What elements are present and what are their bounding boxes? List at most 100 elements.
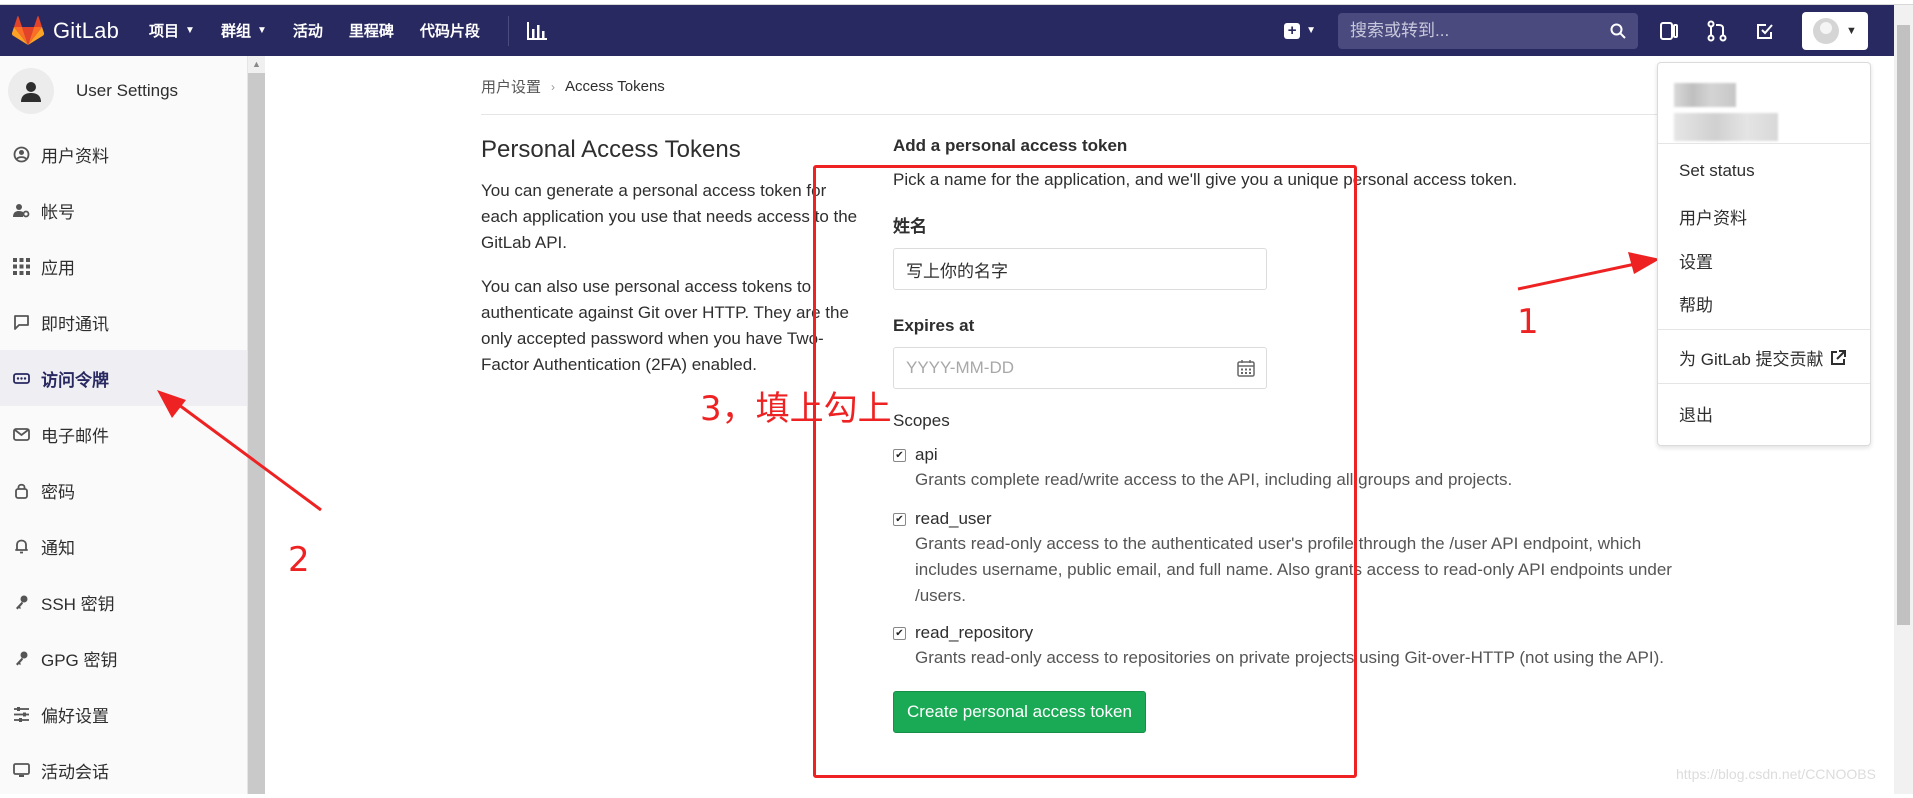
sidebar-item-label: 用户资料: [41, 146, 109, 166]
dropdown-divider: [1658, 383, 1870, 384]
nav-groups-label: 群组: [220, 23, 251, 40]
sidebar-item-label: 即时通讯: [41, 314, 109, 334]
user-dropdown-menu: Set status 用户资料 设置 帮助 为 GitLab 提交贡献 退出: [1657, 62, 1871, 446]
sidebar-item-label: SSH 密钥: [41, 594, 115, 614]
nav-right: + ▼ ▼: [1284, 5, 1894, 56]
issues-icon[interactable]: [1658, 20, 1680, 42]
sidebar-item-access-tokens[interactable]: 访问令牌: [0, 350, 247, 406]
sidebar-item-label: 应用: [41, 258, 75, 278]
nav-snippets[interactable]: 代码片段: [420, 20, 480, 41]
annotation-box: [813, 165, 1357, 778]
sidebar-item-applications[interactable]: 应用: [0, 238, 247, 294]
nav-projects[interactable]: 项目 ▼: [149, 20, 195, 41]
sidebar-item-label: 活动会话: [41, 762, 109, 782]
nav-groups[interactable]: 群组 ▼: [221, 20, 267, 41]
menu-item-profile[interactable]: 用户资料: [1679, 204, 1747, 229]
sidebar-title: User Settings: [76, 81, 179, 100]
profile-icon: [13, 146, 30, 162]
gitlab-logo-icon: [12, 15, 44, 45]
todo-icon[interactable]: [1754, 20, 1776, 42]
intro-paragraph-1: You can generate a personal access token…: [481, 181, 858, 252]
plus-icon: +: [1284, 22, 1301, 39]
key-icon: [16, 651, 28, 665]
menu-item-set-status[interactable]: Set status: [1679, 161, 1755, 181]
menu-item-contribute-label: 为 GitLab 提交贡献: [1679, 350, 1824, 369]
page-scrollbar[interactable]: [1894, 5, 1913, 794]
annotation-step-1: 1: [1517, 302, 1539, 342]
settings-sidebar: User Settings 用户资料 帐号 应用 即时通讯 访问令牌 电子邮件 …: [0, 56, 248, 794]
gitlab-home-link[interactable]: GitLab: [12, 15, 120, 46]
chat-icon: [14, 314, 29, 330]
external-link-icon: [1830, 349, 1846, 365]
intro-paragraph-2: You can also use personal access tokens …: [481, 277, 849, 374]
new-item-button[interactable]: + ▼: [1284, 22, 1316, 39]
page-title: Personal Access Tokens: [481, 136, 741, 163]
dropdown-divider: [1658, 143, 1870, 144]
annotation-step-3: 3，填上勾上: [700, 389, 892, 429]
blurred-username: [1674, 83, 1736, 107]
applications-icon: [13, 257, 30, 275]
blurred-handle: [1674, 113, 1778, 141]
user-menu-button[interactable]: ▼: [1802, 11, 1868, 50]
form-heading: Add a personal access token: [893, 136, 1128, 155]
bell-icon: [15, 539, 28, 553]
brand-name: GitLab: [53, 17, 120, 43]
sidebar-item-gpg-keys[interactable]: GPG 密钥: [0, 630, 247, 686]
token-icon: [13, 372, 30, 384]
avatar: [1813, 17, 1840, 44]
menu-item-help[interactable]: 帮助: [1679, 291, 1713, 316]
menu-item-contribute[interactable]: 为 GitLab 提交贡献: [1679, 345, 1846, 370]
chevron-right-icon: ›: [551, 79, 556, 94]
menu-item-sign-out[interactable]: 退出: [1679, 401, 1713, 426]
sidebar-item-label: 帐号: [41, 202, 75, 222]
scrollbar-thumb[interactable]: [1897, 25, 1910, 625]
nav-milestones[interactable]: 里程碑: [349, 20, 394, 41]
sidebar-item-password[interactable]: 密码: [0, 462, 247, 518]
chart-icon[interactable]: [526, 21, 547, 40]
user-icon: [8, 68, 54, 114]
scroll-up-arrow-icon[interactable]: ▲: [248, 56, 265, 73]
breadcrumb: 用户设置 › Access Tokens: [481, 76, 665, 97]
chevron-down-icon: ▼: [1306, 25, 1316, 36]
sidebar-item-label: 密码: [41, 482, 75, 502]
breadcrumb-parent[interactable]: 用户设置: [481, 76, 541, 97]
sidebar-item-label: 通知: [41, 538, 75, 558]
sidebar-item-emails[interactable]: 电子邮件: [0, 406, 247, 462]
lock-icon: [15, 483, 28, 499]
chevron-down-icon: ▼: [1846, 24, 1857, 37]
search-box[interactable]: [1338, 12, 1638, 49]
nav-menu: 项目 ▼ 群组 ▼ 活动 里程碑 代码片段: [149, 15, 547, 46]
dropdown-divider: [1658, 329, 1870, 330]
chevron-down-icon: ▼: [256, 25, 267, 36]
sidebar-item-label: 电子邮件: [41, 426, 109, 446]
nav-projects-label: 项目: [149, 23, 180, 40]
sidebar-item-preferences[interactable]: 偏好设置: [0, 686, 247, 742]
sidebar-scrollbar[interactable]: ▲: [248, 56, 265, 794]
sidebar-item-ssh-keys[interactable]: SSH 密钥: [0, 574, 247, 630]
search-input[interactable]: [1350, 20, 1610, 41]
preferences-icon: [14, 706, 29, 722]
sidebar-item-chat[interactable]: 即时通讯: [0, 294, 247, 350]
key-icon: [16, 595, 28, 609]
account-icon: [13, 203, 30, 217]
chevron-down-icon: ▼: [185, 25, 195, 36]
nav-activity[interactable]: 活动: [293, 20, 323, 41]
sidebar-header[interactable]: User Settings: [0, 56, 247, 126]
sidebar-item-active-sessions[interactable]: 活动会话: [0, 742, 247, 798]
sidebar-item-account[interactable]: 帐号: [0, 182, 247, 238]
sidebar-item-label: 访问令牌: [41, 370, 109, 390]
merge-request-icon[interactable]: [1706, 20, 1728, 42]
intro-section: Personal Access Tokens You can generate …: [481, 136, 861, 396]
email-icon: [13, 427, 30, 441]
top-navbar: GitLab 项目 ▼ 群组 ▼ 活动 里程碑 代码片段 + ▼ 搜索或转到..…: [0, 5, 1894, 56]
nav-separator: [507, 15, 509, 46]
sidebar-item-label: GPG 密钥: [41, 650, 118, 670]
menu-item-settings[interactable]: 设置: [1679, 248, 1713, 273]
annotation-step-2: 2: [288, 540, 310, 580]
breadcrumb-divider: [481, 114, 1661, 115]
sidebar-item-label: 偏好设置: [41, 706, 109, 726]
search-icon: [1610, 23, 1626, 39]
sidebar-item-notifications[interactable]: 通知: [0, 518, 247, 574]
breadcrumb-current[interactable]: Access Tokens: [565, 78, 665, 95]
sidebar-item-profile[interactable]: 用户资料: [0, 126, 247, 182]
